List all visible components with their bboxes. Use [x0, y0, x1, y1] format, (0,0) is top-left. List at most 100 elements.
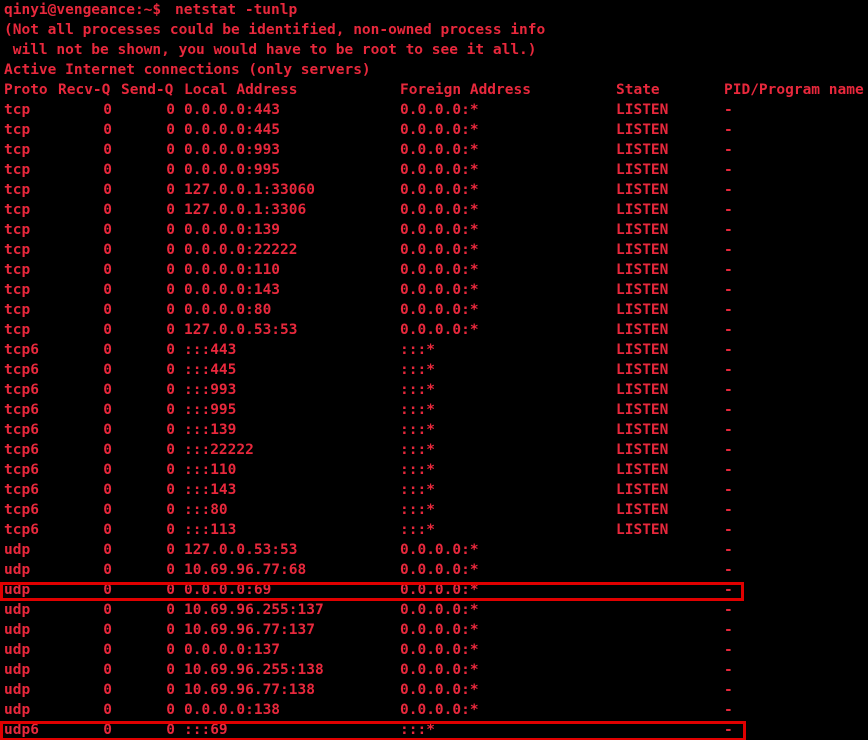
cell-foreign-address: 0.0.0.0:* [400, 162, 479, 178]
terminal-window[interactable]: qinyi@vengeance:~$ netstat -tunlp (Not a… [0, 0, 868, 740]
cell-sendq: 0 [166, 242, 175, 258]
table-row: tcp6 0 0:::22222:::* LISTEN - [4, 440, 864, 460]
cell-proto: tcp [4, 302, 31, 318]
cell-recvq: 0 [103, 382, 112, 398]
cell-recvq: 0 [103, 602, 112, 618]
cell-pid-program: - [724, 702, 733, 718]
table-row: tcp 0 0 0.0.0.0:993 0.0.0.0:* LISTEN - [4, 140, 864, 160]
table-header: Proto Recv-Q Send-Q Local Address Foreig… [4, 80, 868, 100]
cell-state: LISTEN [616, 102, 669, 118]
cell-recvq: 0 [103, 502, 112, 518]
table-row: tcp6 0 0:::110:::* LISTEN - [4, 460, 864, 480]
cell-proto: tcp [4, 182, 31, 198]
cell-proto: udp [4, 622, 31, 638]
cell-recvq: 0 [103, 422, 112, 438]
cell-proto: udp [4, 602, 31, 618]
table-row: tcp6 0 0:::443:::* LISTEN - [4, 340, 864, 360]
cell-local-address: :::22222 [184, 442, 254, 458]
cell-proto: tcp [4, 162, 31, 178]
cell-foreign-address: :::* [400, 362, 435, 378]
cell-foreign-address: 0.0.0.0:* [400, 702, 479, 718]
cell-pid-program: - [724, 242, 733, 258]
cell-foreign-address: 0.0.0.0:* [400, 302, 479, 318]
table-row: udp 0 0 10.69.96.255:138 0.0.0.0:* - [4, 660, 864, 680]
cell-proto: tcp6 [4, 402, 39, 418]
cell-sendq: 0 [166, 542, 175, 558]
cell-pid-program: - [724, 382, 733, 398]
cell-recvq: 0 [103, 282, 112, 298]
cell-recvq: 0 [103, 322, 112, 338]
cell-pid-program: - [724, 142, 733, 158]
cell-foreign-address: :::* [400, 402, 435, 418]
cell-pid-program: - [724, 622, 733, 638]
cell-foreign-address: 0.0.0.0:* [400, 242, 479, 258]
cell-pid-program: - [724, 262, 733, 278]
table-row: udp 0 0 10.69.96.77:137 0.0.0.0:* - [4, 620, 864, 640]
cell-sendq: 0 [166, 402, 175, 418]
table-row: tcp6 0 0:::80:::* LISTEN - [4, 500, 864, 520]
cell-sendq: 0 [166, 602, 175, 618]
cell-pid-program: - [724, 502, 733, 518]
cell-proto: udp [4, 582, 31, 598]
cell-pid-program: - [724, 522, 733, 538]
table-row: tcp 0 0 127.0.0.1:33060 0.0.0.0:* LISTEN - [4, 180, 864, 200]
cell-sendq: 0 [166, 662, 175, 678]
cell-state: LISTEN [616, 262, 669, 278]
cell-recvq: 0 [103, 522, 112, 538]
cell-sendq: 0 [166, 222, 175, 238]
cell-local-address: 0.0.0.0:138 [184, 702, 281, 718]
cell-local-address: 10.69.96.255:138 [184, 662, 324, 678]
cell-local-address: :::69 [184, 722, 228, 738]
cell-local-address: :::113 [184, 522, 237, 538]
cell-state: LISTEN [616, 122, 669, 138]
cell-proto: tcp [4, 202, 31, 218]
message-line: (Not all processes could be identified, … [4, 20, 545, 40]
cell-state: LISTEN [616, 482, 669, 498]
header-recvq: Recv-Q [58, 82, 111, 98]
cell-foreign-address: :::* [400, 502, 435, 518]
cell-recvq: 0 [103, 442, 112, 458]
cell-local-address: 0.0.0.0:110 [184, 262, 281, 278]
cell-state: LISTEN [616, 502, 669, 518]
cell-local-address: :::139 [184, 422, 237, 438]
cell-recvq: 0 [103, 342, 112, 358]
table-row: tcp 0 0 0.0.0.0:80 0.0.0.0:* LISTEN - [4, 300, 864, 320]
table-row: tcp 0 0 0.0.0.0:995 0.0.0.0:* LISTEN - [4, 160, 864, 180]
cell-recvq: 0 [103, 462, 112, 478]
cell-recvq: 0 [103, 402, 112, 418]
cell-proto: tcp6 [4, 382, 39, 398]
cell-proto: udp [4, 542, 31, 558]
cell-sendq: 0 [166, 362, 175, 378]
cell-foreign-address: 0.0.0.0:* [400, 542, 479, 558]
cell-pid-program: - [724, 542, 733, 558]
cell-proto: tcp6 [4, 482, 39, 498]
cell-recvq: 0 [103, 622, 112, 638]
cell-local-address: :::443 [184, 342, 237, 358]
cell-pid-program: - [724, 582, 733, 598]
cell-state: LISTEN [616, 162, 669, 178]
cell-local-address: :::993 [184, 382, 237, 398]
header-state: State [616, 82, 660, 98]
table-row: tcp 0 0 0.0.0.0:139 0.0.0.0:* LISTEN - [4, 220, 864, 240]
table-row: udp 0 0 0.0.0.0:137 0.0.0.0:* - [4, 640, 864, 660]
cell-pid-program: - [724, 342, 733, 358]
cell-proto: tcp [4, 322, 31, 338]
cell-proto: tcp [4, 142, 31, 158]
cell-proto: udp [4, 662, 31, 678]
cell-recvq: 0 [103, 702, 112, 718]
cell-recvq: 0 [103, 662, 112, 678]
cell-local-address: 0.0.0.0:69 [184, 582, 272, 598]
cell-local-address: 0.0.0.0:995 [184, 162, 281, 178]
cell-local-address: 0.0.0.0:143 [184, 282, 281, 298]
cell-foreign-address: 0.0.0.0:* [400, 582, 479, 598]
table-row: tcp 0 0 0.0.0.0:143 0.0.0.0:* LISTEN - [4, 280, 864, 300]
cell-pid-program: - [724, 102, 733, 118]
cell-pid-program: - [724, 662, 733, 678]
cell-recvq: 0 [103, 482, 112, 498]
cell-pid-program: - [724, 442, 733, 458]
cell-foreign-address: :::* [400, 462, 435, 478]
cell-foreign-address: :::* [400, 342, 435, 358]
cell-sendq: 0 [166, 202, 175, 218]
cell-local-address: :::445 [184, 362, 237, 378]
cell-pid-program: - [724, 462, 733, 478]
